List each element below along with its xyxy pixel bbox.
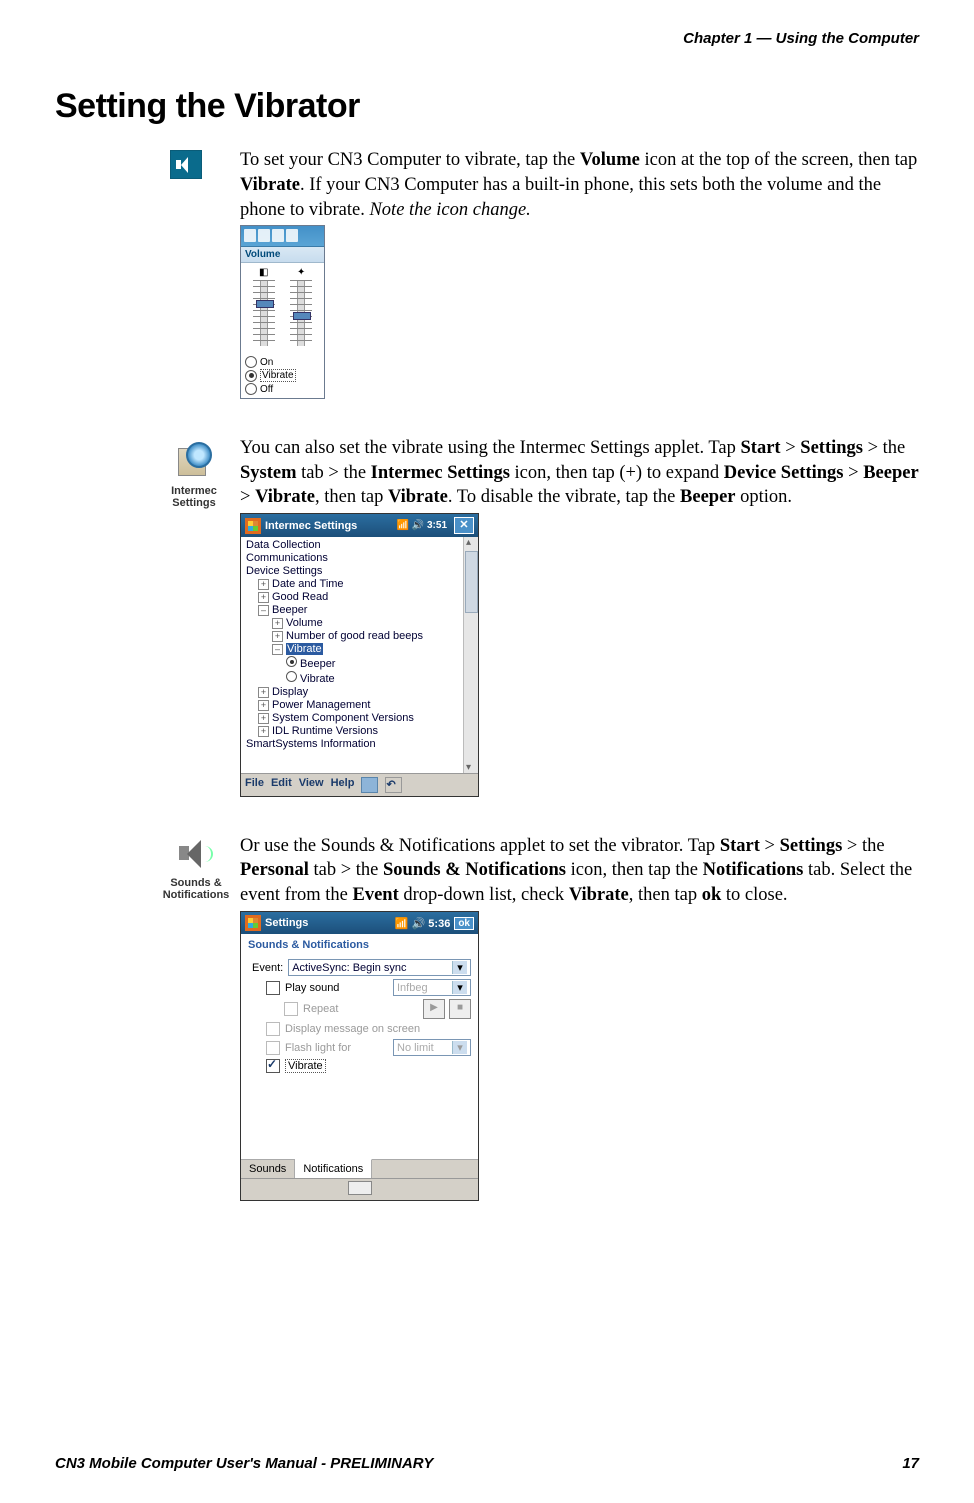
tab-sounds[interactable]: Sounds (241, 1160, 295, 1178)
paragraph-1: To set your CN3 Computer to vibrate, tap… (170, 148, 919, 222)
sip-bar[interactable] (241, 1178, 478, 1200)
stop-button[interactable]: ■ (449, 999, 471, 1019)
statusbar (241, 226, 324, 247)
phone-volume-slider[interactable]: ✦ (285, 267, 317, 346)
settings-tree[interactable]: Data Collection Communications Device Se… (241, 537, 478, 773)
undo-icon[interactable]: ↶ (385, 777, 402, 793)
play-sound-checkbox[interactable] (266, 981, 280, 995)
sound-select: Infbeg▾ (393, 979, 471, 996)
flash-duration-select: No limit▾ (393, 1039, 471, 1056)
start-flag-icon[interactable] (245, 518, 261, 534)
repeat-checkbox (284, 1002, 298, 1016)
save-icon[interactable] (361, 777, 378, 793)
paragraph-2: You can also set the vibrate using the I… (170, 436, 919, 510)
display-message-checkbox (266, 1022, 280, 1036)
sounds-notifications-screenshot: Settings 📶 🔊 5:36 ok Sounds & Notificati… (240, 911, 479, 1201)
volume-label: Volume (241, 247, 324, 263)
start-flag-icon[interactable] (245, 915, 261, 931)
vibrate-checkbox[interactable] (266, 1059, 280, 1073)
menubar[interactable]: File Edit View Help ↶ (241, 773, 478, 796)
footer-left: CN3 Mobile Computer User's Manual - PREL… (55, 1455, 433, 1472)
applet-title: Sounds & Notifications (241, 934, 478, 953)
flash-light-checkbox (266, 1041, 280, 1055)
radio-on[interactable]: On (245, 356, 320, 368)
page-number: 17 (902, 1455, 919, 1472)
sounds-notifications-icon: Sounds & Notifications (150, 836, 242, 901)
event-dropdown[interactable]: ActiveSync: Begin sync▾ (288, 959, 471, 976)
radio-off[interactable]: Off (245, 383, 320, 395)
radio-vibrate[interactable]: Vibrate (245, 369, 320, 382)
intermec-settings-screenshot: Intermec Settings 📶 🔊 3:51 ✕ Data Collec… (240, 513, 479, 797)
ok-button[interactable]: ok (454, 917, 474, 930)
keyboard-icon[interactable] (348, 1181, 372, 1195)
page-heading: Setting the Vibrator (55, 87, 919, 126)
tab-bar[interactable]: Sounds Notifications (241, 1159, 478, 1178)
scrollbar[interactable] (463, 537, 478, 773)
volume-icon (170, 150, 202, 179)
play-button[interactable]: ▶ (423, 999, 445, 1019)
intermec-settings-icon: Intermec Settings (163, 438, 225, 510)
running-header: Chapter 1 — Using the Computer (55, 30, 919, 47)
device-volume-slider[interactable]: ◧ (248, 267, 280, 346)
close-button[interactable]: ✕ (454, 517, 474, 534)
paragraph-3: Or use the Sounds & Notifications applet… (170, 834, 919, 908)
volume-popup-screenshot: Volume ◧ ✦ On Vibrate Off (240, 225, 325, 399)
tab-notifications[interactable]: Notifications (295, 1159, 372, 1178)
